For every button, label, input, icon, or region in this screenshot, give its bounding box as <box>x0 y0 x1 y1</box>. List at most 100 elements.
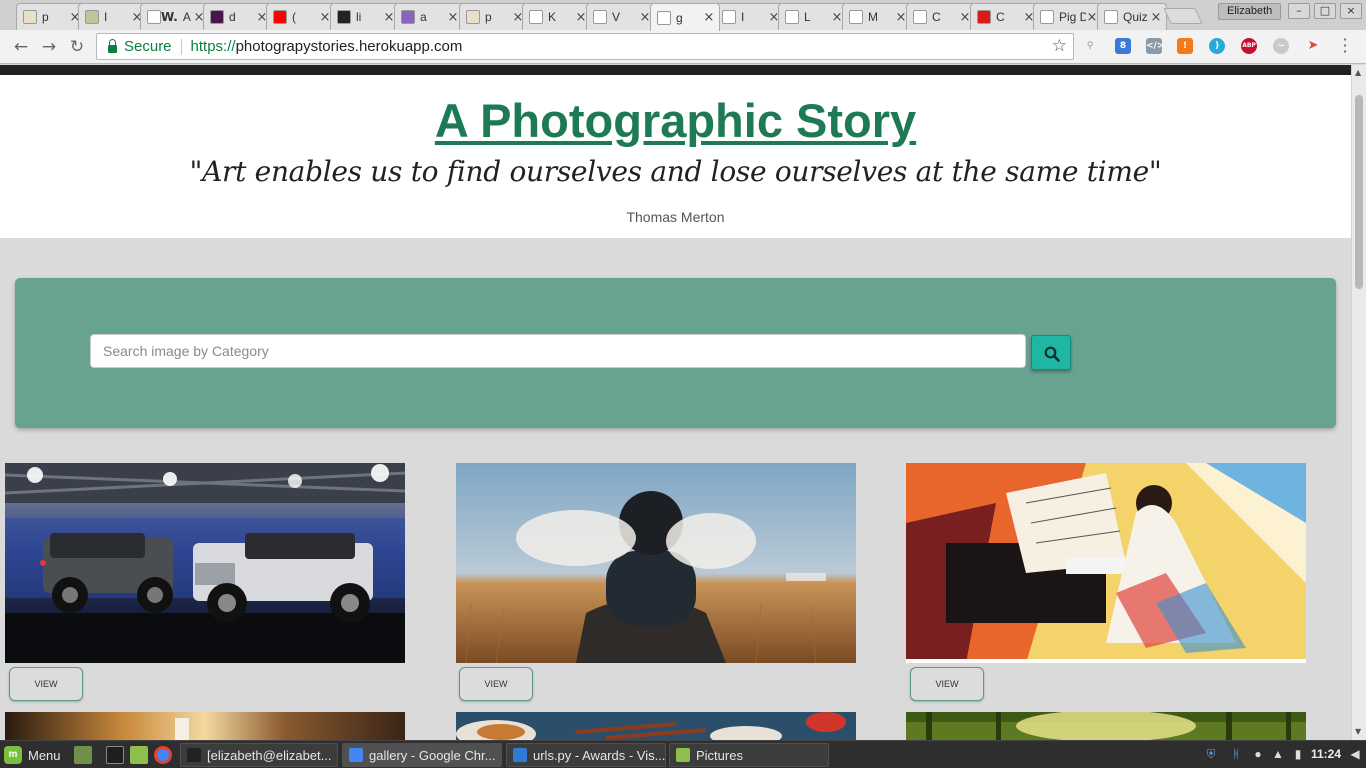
youtube-icon <box>273 10 287 24</box>
maximize-window-icon[interactable]: □ <box>1314 3 1336 19</box>
tab-title: I <box>741 10 745 24</box>
browser-tab[interactable]: W. A × <box>140 3 210 30</box>
close-tab-icon[interactable]: × <box>1150 10 1162 25</box>
clock[interactable]: 11:24 <box>1311 747 1341 761</box>
scroll-up-arrow-icon[interactable]: ▲ <box>1355 68 1361 77</box>
page-icon <box>785 10 799 24</box>
lock-icon <box>108 38 117 53</box>
omnibox-separator <box>180 38 182 55</box>
battery-icon[interactable]: ▮ <box>1290 746 1306 762</box>
taskbar-window[interactable]: gallery - Google Chr... <box>342 743 502 767</box>
browser-tab[interactable]: V × <box>586 3 656 30</box>
gallery-image-coffee[interactable] <box>5 712 405 740</box>
adblock-icon[interactable]: ABP <box>1241 38 1257 54</box>
browser-tab[interactable]: a × <box>394 3 464 30</box>
scroll-down-arrow-icon[interactable]: ▼ <box>1355 727 1361 736</box>
browser-tab[interactable]: p × <box>16 3 86 30</box>
page-icon <box>1040 10 1054 24</box>
gallery-image-jeeps[interactable] <box>5 463 405 663</box>
gallery-image-forest[interactable] <box>906 712 1306 740</box>
extension-gray-icon[interactable]: ~ <box>1273 38 1289 54</box>
user-icon[interactable]: ● <box>1250 746 1266 762</box>
back-arrow-icon[interactable]: ← <box>10 36 32 58</box>
browser-tab[interactable]: li × <box>330 3 400 30</box>
files-launcher-icon[interactable] <box>130 746 148 764</box>
browser-tab[interactable]: C × <box>970 3 1040 30</box>
close-tab-icon[interactable]: × <box>447 10 459 25</box>
browser-tab[interactable]: Quiz × <box>1097 3 1167 30</box>
extension-orange-icon[interactable]: ! <box>1177 38 1193 54</box>
browser-tab[interactable]: Pig D × <box>1033 3 1103 30</box>
address-bar[interactable]: Secure https:// photograpystories.heroku… <box>96 33 1074 60</box>
bookmark-star-icon[interactable]: ☆ <box>1052 36 1067 56</box>
zoom-icon[interactable]: ⚲ <box>1082 38 1098 54</box>
view-button[interactable]: VIEW <box>459 667 533 701</box>
show-desktop-icon[interactable] <box>74 746 92 764</box>
volume-icon[interactable]: ◀ <box>1347 746 1363 762</box>
search-input[interactable] <box>90 334 1026 368</box>
url-scheme: https:// <box>190 38 236 55</box>
taskbar-window[interactable]: Pictures <box>669 743 829 767</box>
gallery-image-field[interactable] <box>456 463 856 663</box>
search-button[interactable] <box>1031 335 1071 370</box>
start-menu-button[interactable]: m Menu <box>4 745 61 765</box>
browser-tab[interactable]: (× <box>266 3 336 30</box>
tab-title-prefix: W. <box>161 10 178 24</box>
bluetooth-icon[interactable]: ᚻ <box>1228 746 1244 762</box>
forward-arrow-icon[interactable]: → <box>38 36 60 58</box>
tab-title: M <box>868 10 878 24</box>
page-icon <box>657 10 671 25</box>
site-title-link[interactable]: A Photographic Story <box>0 93 1351 148</box>
page-scrollbar[interactable]: ▲ ▼ <box>1351 65 1366 740</box>
gallery-image-food[interactable] <box>456 712 856 740</box>
url-host: photograpystories.herokuapp.com <box>235 38 463 55</box>
browser-tab[interactable]: C × <box>906 3 976 30</box>
network-icon[interactable]: ▲ <box>1270 746 1286 762</box>
terminal-launcher-icon[interactable] <box>106 746 124 764</box>
slack-icon <box>210 10 224 24</box>
secure-label: Secure <box>124 38 172 55</box>
tab-title: d <box>229 10 236 24</box>
scrollbar-thumb[interactable] <box>1355 95 1363 289</box>
browser-tab[interactable]: K × <box>522 3 592 30</box>
minimize-window-icon[interactable]: – <box>1288 3 1310 19</box>
browser-toolbar: ← → ↻ Secure https:// photograpystories.… <box>0 30 1366 64</box>
terminal-icon <box>187 748 201 762</box>
browser-tab[interactable]: M × <box>842 3 912 30</box>
view-button[interactable]: VIEW <box>9 667 83 701</box>
shield-icon[interactable]: ⛨ <box>1203 746 1219 762</box>
extension-code-icon[interactable]: </> <box>1146 38 1164 54</box>
extension-wifi-icon[interactable]: ) <box>1209 38 1225 54</box>
gallery-image-painting[interactable] <box>906 463 1306 663</box>
page-icon <box>913 10 927 24</box>
browser-tab[interactable]: d × <box>203 3 273 30</box>
tree-icon <box>85 10 99 24</box>
browser-tab[interactable]: I × <box>78 3 148 30</box>
browser-menu-icon[interactable]: · · · <box>1338 32 1352 60</box>
extension-arrow-icon[interactable]: ➤ <box>1305 38 1321 54</box>
reload-icon[interactable]: ↻ <box>66 36 88 58</box>
page-icon <box>1104 10 1118 24</box>
taskbar-window-title: Pictures <box>696 747 743 763</box>
tab-title: A <box>182 10 191 24</box>
tab-title: a <box>420 10 427 24</box>
page-icon <box>849 10 863 24</box>
extension-blue-icon[interactable]: 8 <box>1115 38 1131 54</box>
page-icon <box>722 10 736 24</box>
page-viewport: A Photographic Story "Art enables us to … <box>0 65 1351 740</box>
browser-tab[interactable]: I × <box>715 3 785 30</box>
close-window-icon[interactable]: × <box>1340 3 1362 19</box>
browser-tab[interactable]: L × <box>778 3 848 30</box>
search-icon <box>1044 346 1060 362</box>
new-tab-button[interactable] <box>1163 8 1203 24</box>
taskbar-window[interactable]: [elizabeth@elizabet... <box>180 743 338 767</box>
tab-title: p <box>485 10 492 24</box>
view-button[interactable]: VIEW <box>910 667 984 701</box>
browser-tab[interactable]: g × <box>650 3 720 31</box>
taskbar-window[interactable]: urls.py - Awards - Vis... <box>506 743 666 767</box>
close-tab-icon[interactable]: × <box>703 10 715 25</box>
profile-button[interactable]: Elizabeth <box>1218 3 1282 20</box>
browser-tab[interactable]: p × <box>459 3 529 30</box>
chrome-launcher-icon[interactable] <box>154 746 172 764</box>
taskbar-window-title: urls.py - Awards - Vis... <box>533 747 666 763</box>
